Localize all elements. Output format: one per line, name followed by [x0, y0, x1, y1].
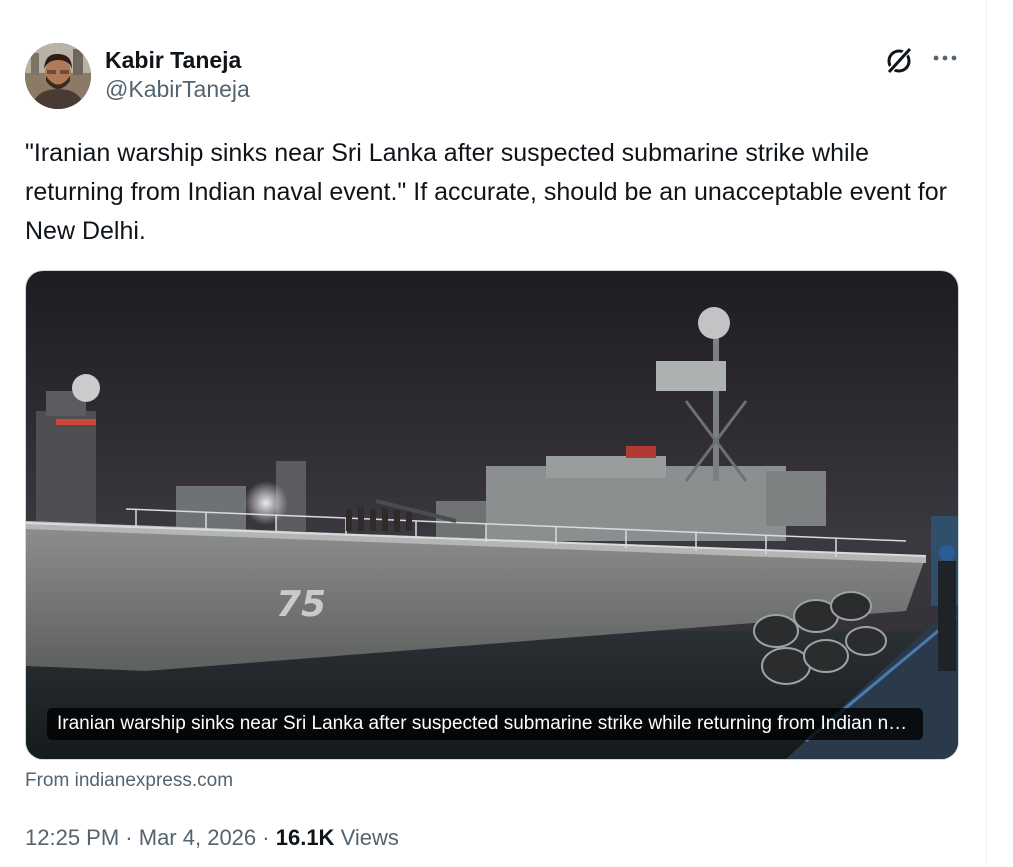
tweet-date[interactable]: Mar 4, 2026	[139, 825, 256, 850]
link-card-caption: Iranian warship sinks near Sri Lanka aft…	[47, 708, 923, 740]
tweet-time[interactable]: 12:25 PM	[25, 825, 119, 850]
link-card-source[interactable]: From indianexpress.com	[25, 768, 233, 794]
meta-separator: ·	[125, 825, 133, 850]
author-display-name[interactable]: Kabir Taneja	[105, 46, 250, 74]
link-card-image: 75	[26, 271, 958, 759]
views-count: 16.1K	[275, 825, 335, 850]
avatar[interactable]	[25, 43, 91, 109]
author-block[interactable]: Kabir Taneja @KabirTaneja	[105, 46, 250, 104]
tweet-page: Kabir Taneja @KabirTaneja "Iranian warsh…	[0, 0, 1013, 867]
tweet-meta: 12:25 PM · Mar 4, 2026 · 16.1K Views	[25, 822, 399, 854]
grok-icon[interactable]	[883, 44, 915, 76]
more-dots-icon[interactable]	[931, 44, 959, 72]
avatar-image	[25, 43, 91, 109]
author-handle[interactable]: @KabirTaneja	[105, 74, 250, 104]
views-label: Views	[340, 825, 399, 850]
meta-separator: ·	[262, 825, 270, 850]
tweet-header: Kabir Taneja @KabirTaneja	[25, 42, 959, 110]
link-card[interactable]: 75 Iranian warship sinks near Sri Lanka	[25, 270, 959, 760]
tweet-text: "Iranian warship sinks near Sri Lanka af…	[25, 139, 954, 245]
ship-hull-number: 75	[276, 584, 326, 625]
column-divider	[986, 0, 987, 867]
